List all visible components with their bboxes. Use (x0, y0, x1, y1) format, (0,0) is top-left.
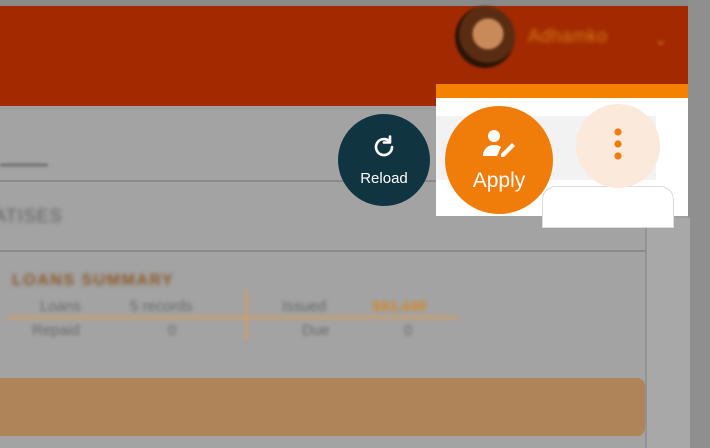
due-value: 0 (404, 322, 413, 339)
more-options-button[interactable] (576, 104, 660, 188)
refresh-icon (370, 133, 398, 166)
due-label: Due (302, 322, 330, 339)
repaid-value: 0 (168, 322, 177, 339)
loans-summary-title: LOANS SUMMARY (12, 272, 175, 289)
section-divider (0, 250, 645, 252)
issued-value: $93,448 (372, 298, 427, 315)
username-label[interactable]: Adhamko (528, 26, 608, 47)
loans-summary-underline (8, 316, 458, 319)
loans-value: 5 records (130, 298, 193, 315)
reload-label: Reload (360, 170, 408, 187)
kebab-menu-icon (613, 127, 623, 166)
issued-label: Issued (282, 298, 327, 315)
right-panel (645, 218, 690, 448)
user-edit-icon (481, 128, 517, 169)
apply-button[interactable]: Apply (445, 106, 553, 214)
avatar[interactable] (455, 6, 515, 68)
repaid-label: Repaid (32, 322, 80, 339)
loans-summary-separator (245, 290, 248, 340)
highlight-banner (0, 378, 645, 436)
popup-top-bar (436, 84, 688, 98)
right-scroll-gutter (688, 0, 710, 448)
popup-card-edge (542, 186, 674, 228)
active-tab-indicator (0, 163, 48, 167)
header-top-strip (0, 0, 688, 6)
reload-button[interactable]: Reload (338, 114, 430, 206)
loans-label: Loans (40, 298, 81, 315)
chevron-down-icon[interactable]: ⌄ (654, 30, 667, 50)
section-label: ATISES (0, 206, 63, 226)
apply-label: Apply (472, 168, 526, 192)
